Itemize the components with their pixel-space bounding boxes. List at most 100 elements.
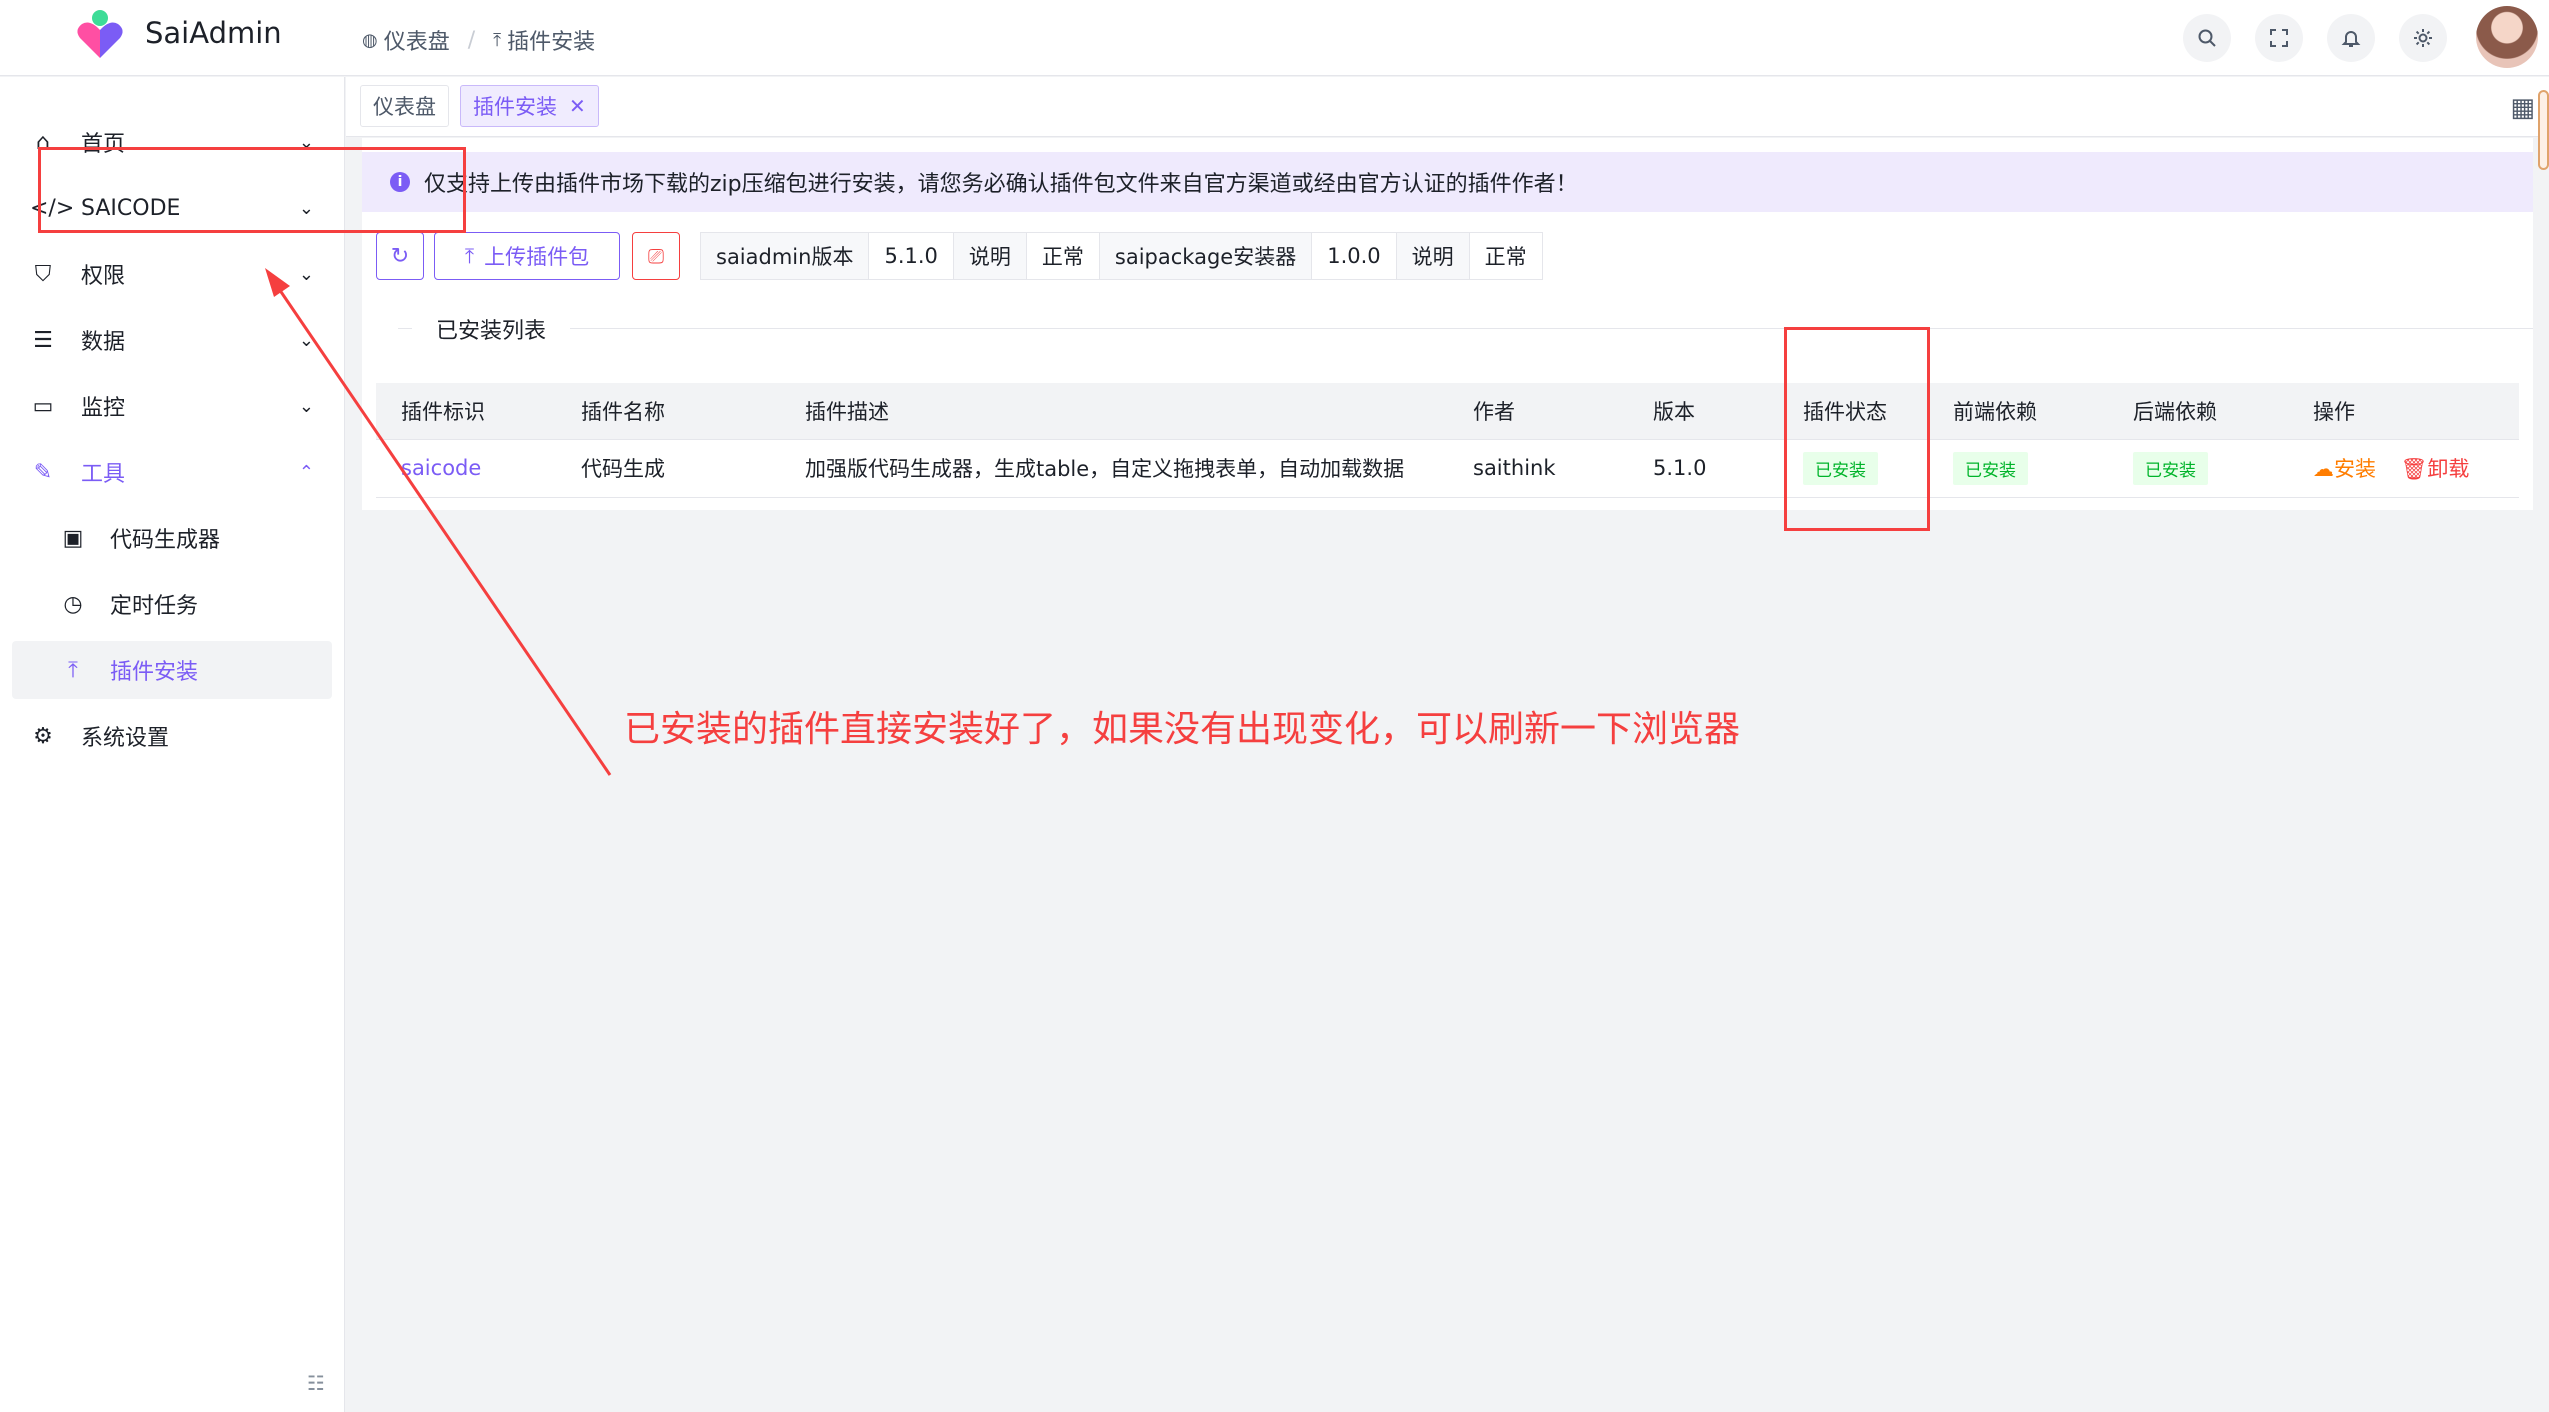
uninstall-label: 卸载	[2427, 457, 2470, 481]
sidebar-item-label: 权限	[81, 264, 126, 289]
sidebar: ⌂ 首页 ⌄ </> SAICODE ⌄ ⛉ 权限 ⌄ ☰ 数据 ⌄ ▭ 监控 …	[0, 77, 345, 1412]
installed-plugin-table: 插件标识 插件名称 插件描述 作者 版本 插件状态 前端依赖 后端依赖 操作 s…	[376, 383, 2519, 498]
fullscreen-icon	[2270, 29, 2288, 47]
version-info: saiadmin版本 5.1.0 说明 正常 saipackage安装器 1.0…	[700, 232, 1543, 280]
avatar[interactable]	[2476, 6, 2538, 68]
tab-plugin-install[interactable]: 插件安装 ✕	[460, 85, 599, 127]
sidebar-item-label: 系统设置	[81, 726, 170, 751]
shield-icon: ⛉	[34, 261, 52, 287]
button-label: 上传插件包	[484, 245, 590, 269]
uninstall-button[interactable]: 🗑卸载	[2401, 457, 2470, 481]
section-title: 已安装列表	[412, 313, 571, 345]
sidebar-item-data[interactable]: ☰ 数据 ⌄	[12, 311, 332, 369]
breadcrumb-item[interactable]: 插件安装	[507, 24, 595, 56]
plugin-description: 加强版代码生成器，生成table，自定义拖拽表单，自动加载数据	[780, 439, 1448, 498]
column-header: 操作	[2288, 383, 2519, 440]
sidebar-item-cron[interactable]: ◷ 定时任务	[12, 575, 332, 633]
info-label: 说明	[953, 233, 1027, 279]
monitor-icon: ▭	[32, 393, 54, 419]
column-header: 后端依赖	[2108, 383, 2288, 440]
install-button[interactable]: ☁安装	[2313, 457, 2376, 481]
database-icon: ☰	[33, 327, 53, 353]
tab-dashboard[interactable]: 仪表盘	[360, 85, 449, 127]
fullscreen-button[interactable]	[2255, 14, 2303, 62]
column-header: 插件标识	[376, 383, 556, 440]
info-value: 5.1.0	[869, 233, 954, 279]
breadcrumb-separator: /	[467, 27, 476, 53]
plugin-name: 代码生成	[556, 439, 780, 498]
sidebar-item-label: 插件安装	[110, 660, 199, 685]
toolbar: ↻ ⤒ 上传插件包 ⎚ saiadmin版本 5.1.0 说明 正常 saipa…	[376, 231, 1543, 281]
divider	[398, 328, 2533, 329]
info-value: 正常	[1484, 245, 1527, 269]
top-header: SaiAdmin ◍ 仪表盘 / ⤒ 插件安装	[0, 0, 2549, 76]
search-icon	[2198, 29, 2216, 47]
main-content: i 仅支持上传由插件市场下载的zip压缩包进行安装，请您务必确认插件包文件来自官…	[362, 138, 2533, 510]
chevron-down-icon: ⌄	[298, 263, 314, 285]
sidebar-item-permission[interactable]: ⛉ 权限 ⌄	[12, 245, 332, 303]
info-label: saipackage安装器	[1099, 233, 1313, 279]
sidebar-item-system-settings[interactable]: ⚙ 系统设置	[12, 707, 332, 765]
table-row: saicode 代码生成 加强版代码生成器，生成table，自定义拖拽表单，自动…	[376, 439, 2519, 498]
annotation-box-saicode	[38, 147, 466, 233]
plugin-id-link[interactable]: saicode	[401, 456, 481, 480]
breadcrumb: ◍ 仪表盘 / ⤒ 插件安装	[362, 24, 595, 56]
info-label: 说明	[1396, 233, 1470, 279]
wrench-icon: ✎	[33, 459, 53, 485]
breadcrumb-item[interactable]: 仪表盘	[384, 24, 450, 56]
info-alert: i 仅支持上传由插件市场下载的zip压缩包进行安装，请您务必确认插件包文件来自官…	[362, 152, 2533, 212]
refresh-icon: ↻	[390, 243, 410, 269]
app-title: SaiAdmin	[145, 16, 282, 50]
column-header: 版本	[1628, 383, 1778, 440]
code-file-icon: ▣	[62, 525, 84, 551]
alert-text: 仅支持上传由插件市场下载的zip压缩包进行安装，请您务必确认插件包文件来自官方渠…	[424, 172, 1578, 197]
sidebar-item-plugin-install[interactable]: ⤒ 插件安装	[12, 641, 332, 699]
terminal-button[interactable]: ⎚	[632, 232, 680, 280]
chevron-up-icon: ⌃	[298, 461, 314, 483]
chevron-down-icon: ⌄	[298, 329, 314, 351]
column-header: 作者	[1448, 383, 1628, 440]
info-value: 1.0.0	[1312, 233, 1397, 279]
sidebar-item-label: 数据	[81, 330, 126, 355]
annotation-box-status	[1784, 327, 1930, 531]
tab-label: 仪表盘	[373, 95, 436, 119]
settings-icon: ⚙	[33, 723, 53, 749]
collapse-sidebar-icon[interactable]: ☷	[300, 1371, 332, 1403]
tab-bar: 仪表盘 插件安装 ✕ ▦	[346, 77, 2549, 137]
annotation-text: 已安装的插件直接安装好了，如果没有出现变化，可以刷新一下浏览器	[624, 709, 1741, 750]
sidebar-item-code-generator[interactable]: ▣ 代码生成器	[12, 509, 332, 567]
upload-icon: ⤒	[68, 657, 78, 683]
frontend-dependency-badge: 已安装	[1953, 451, 2028, 485]
sidebar-item-monitor[interactable]: ▭ 监控 ⌄	[12, 377, 332, 435]
table-header-row: 插件标识 插件名称 插件描述 作者 版本 插件状态 前端依赖 后端依赖 操作	[376, 383, 2519, 440]
dashboard-icon: ◍	[362, 29, 378, 51]
sidebar-item-label: 定时任务	[110, 594, 199, 619]
terminal-icon: ⎚	[648, 244, 664, 268]
cloud-icon: ☁	[2313, 457, 2334, 481]
sidebar-item-tools[interactable]: ✎ 工具 ⌃	[12, 443, 332, 501]
bell-icon	[2341, 31, 2361, 47]
backend-dependency-badge: 已安装	[2133, 451, 2208, 485]
notification-button[interactable]	[2327, 14, 2375, 62]
gear-icon	[2414, 29, 2432, 47]
clock-icon: ◷	[63, 591, 83, 617]
close-icon[interactable]: ✕	[569, 94, 586, 118]
column-header: 插件描述	[780, 383, 1448, 440]
plugin-version: 5.1.0	[1628, 439, 1778, 498]
sidebar-item-label: 监控	[81, 396, 126, 421]
install-label: 安装	[2334, 457, 2376, 481]
upload-icon: ⤒	[464, 243, 475, 268]
upload-icon: ⤒	[493, 29, 502, 51]
settings-button[interactable]	[2399, 14, 2447, 62]
info-value: 正常	[1027, 233, 1100, 279]
plugin-author: saithink	[1448, 439, 1628, 498]
search-button[interactable]	[2183, 14, 2231, 62]
refresh-button[interactable]: ↻	[376, 232, 424, 280]
logo-icon	[77, 10, 123, 58]
sidebar-item-label: 代码生成器	[110, 528, 221, 553]
scroll-handle[interactable]	[2538, 90, 2549, 170]
tab-label: 插件安装	[473, 95, 557, 119]
info-label: saiadmin版本	[701, 233, 870, 279]
grid-icon[interactable]: ▦	[2510, 93, 2535, 123]
upload-plugin-button[interactable]: ⤒ 上传插件包	[434, 232, 620, 280]
